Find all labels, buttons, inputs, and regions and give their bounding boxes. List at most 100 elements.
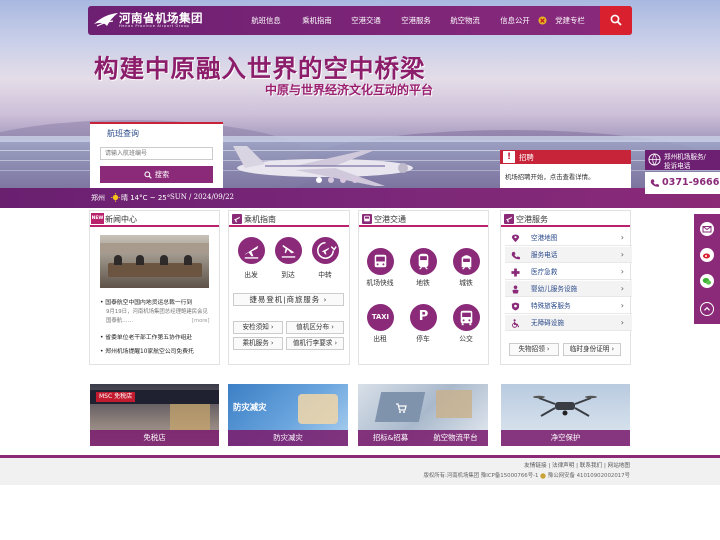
bus-icon[interactable] bbox=[453, 304, 480, 331]
flight-search-button-label: 搜索 bbox=[154, 170, 170, 179]
airport-express-label: 机场快线 bbox=[366, 279, 394, 287]
plane-logo-icon bbox=[94, 13, 118, 27]
wechat-icon[interactable] bbox=[700, 274, 714, 288]
nav-services[interactable]: 空港服务 bbox=[394, 7, 438, 34]
alert-icon: ! bbox=[503, 151, 515, 163]
services-title: 空港服务 bbox=[516, 215, 548, 224]
sun-icon bbox=[111, 193, 120, 202]
tile-disaster-prevention[interactable]: 防灾减灾 防灾减灾 bbox=[228, 384, 348, 446]
side-toolbar bbox=[694, 214, 720, 324]
wheelchair-icon bbox=[512, 319, 520, 328]
departure-icon[interactable] bbox=[238, 237, 265, 264]
weather-text: 晴 14°C ~ 25° bbox=[121, 194, 171, 202]
tile-duty-free-label: 免税店 bbox=[90, 430, 219, 446]
footer-links[interactable]: 友情链接 | 法律声明 | 联系我们 | 网站地图 bbox=[524, 461, 630, 469]
news-title: 新闻中心 bbox=[105, 215, 137, 224]
weather-city: 郑州 bbox=[91, 194, 105, 202]
news-photo[interactable] bbox=[100, 235, 209, 288]
weather-bar: 郑州 晴 14°C ~ 25° SUN / 2024/09/22 bbox=[0, 188, 720, 208]
temp-id-button[interactable]: 临时身份证明 › bbox=[563, 343, 621, 356]
hero-title: 构建中原融入世界的空中桥梁 bbox=[94, 54, 426, 83]
footer: 友情链接 | 法律声明 | 联系我们 | 网站地图 版权所有:河南机场集团 豫I… bbox=[0, 458, 720, 485]
news-item-1[interactable]: • 国泰航空中国内地货运总裁一行到 bbox=[100, 297, 218, 306]
tile-duty-free[interactable]: MSC 免税店 免税店 bbox=[90, 384, 219, 446]
tile-tender-logistics[interactable]: 招标&招募 航空物流平台 bbox=[358, 384, 488, 446]
nav-travel-guide[interactable]: 乘机指南 bbox=[295, 7, 339, 34]
tile-clearance-protection[interactable]: 净空保护 bbox=[501, 384, 630, 446]
news-item-3[interactable]: • 郑州机场提醒10家航空公司免费托 bbox=[100, 346, 218, 355]
recruit-text: 机场招聘开始，点击查看详情。 bbox=[505, 173, 595, 181]
mail-icon[interactable] bbox=[700, 222, 714, 236]
weibo-icon[interactable] bbox=[700, 248, 714, 262]
transport-title: 空港交通 bbox=[374, 215, 406, 224]
metro-icon[interactable] bbox=[410, 248, 437, 275]
disaster-poster-text: 防灾减灾 bbox=[233, 402, 267, 412]
nav-info-public[interactable]: 信息公开 bbox=[493, 7, 537, 34]
news-card: NEW 新闻中心 • 国泰航空中国内地货运总裁一行到 9月19日，河南机场集团总… bbox=[89, 210, 220, 365]
flight-search-title: 航班查询 bbox=[107, 129, 139, 138]
lost-found-button[interactable]: 失物招领 › bbox=[509, 343, 559, 356]
intercity-rail-label: 城铁 bbox=[459, 279, 473, 287]
nav-transport[interactable]: 空港交通 bbox=[344, 7, 388, 34]
service-medical[interactable]: 医疗急救 › bbox=[505, 264, 632, 280]
flight-number-input[interactable] bbox=[100, 147, 213, 160]
baggage-requirement-button[interactable]: 值机行李要求 › bbox=[286, 337, 344, 350]
easy-boarding-button[interactable]: 捷易登机|商旅服务 › bbox=[233, 293, 344, 306]
hotline-phone: 0371-96666 bbox=[662, 177, 720, 188]
taxi-label: 出租 bbox=[373, 335, 387, 343]
service-accessibility[interactable]: 无障碍设施 › bbox=[505, 315, 632, 331]
medical-cross-icon bbox=[511, 268, 520, 277]
baby-icon bbox=[512, 285, 519, 294]
hotline-panel[interactable]: 郑州机场服务/ 投诉电话 0371-96666 bbox=[645, 150, 720, 194]
tile-disaster-label: 防灾减灾 bbox=[228, 430, 348, 446]
police-badge-icon bbox=[540, 472, 546, 479]
service-special-passenger[interactable]: 特殊旅客服务 › bbox=[505, 298, 632, 314]
airport-express-icon[interactable] bbox=[367, 248, 394, 275]
bus-label: 公交 bbox=[459, 335, 473, 343]
flight-search-panel: 航班查询 搜索 bbox=[90, 122, 223, 188]
arrival-icon[interactable] bbox=[275, 237, 302, 264]
drone-image bbox=[533, 395, 597, 417]
tile-logistics-label: 航空物流平台 bbox=[423, 430, 488, 446]
intercity-rail-icon[interactable] bbox=[453, 248, 480, 275]
weather-date: SUN / 2024/09/22 bbox=[170, 193, 234, 201]
footer-copyright: 版权所有:河南机场集团 豫ICP备15000766号-1 豫公网安备 41010… bbox=[423, 472, 630, 479]
service-airport-map[interactable]: 空港地图 › bbox=[505, 230, 632, 246]
nav-logistics[interactable]: 航空物流 bbox=[443, 7, 487, 34]
security-notice-button[interactable]: 安检须知 › bbox=[233, 321, 283, 334]
hero-subtitle: 中原与世界经济文化互动的平台 bbox=[265, 83, 434, 97]
cart-icon bbox=[396, 403, 407, 413]
map-pin-icon bbox=[511, 234, 520, 243]
departure-label: 出发 bbox=[244, 271, 258, 279]
recruit-panel[interactable]: ! 招聘 机场招聘开始，点击查看详情。 bbox=[500, 150, 631, 188]
back-to-top-icon[interactable] bbox=[700, 302, 714, 316]
bus-small-icon bbox=[364, 215, 370, 222]
checkin-area-button[interactable]: 值机区分布 › bbox=[286, 321, 344, 334]
special-passenger-icon bbox=[511, 302, 520, 311]
transfer-icon[interactable] bbox=[312, 237, 339, 264]
nav-flight-info[interactable]: 航班信息 bbox=[244, 7, 288, 34]
news-item-2[interactable]: • 省委单位老干部工作第五协作组赴 bbox=[100, 332, 218, 341]
nav-party-building[interactable]: 党建专栏 bbox=[548, 7, 592, 34]
hotline-label-2: 投诉电话 bbox=[664, 162, 691, 170]
carousel-dots[interactable] bbox=[316, 177, 366, 183]
boarding-service-button[interactable]: 乘机服务 › bbox=[233, 337, 283, 350]
service-phone[interactable]: 服务电话 › bbox=[505, 247, 632, 263]
parking-icon[interactable]: P bbox=[410, 304, 437, 331]
tile-clearance-label: 净空保护 bbox=[501, 430, 630, 446]
recruit-title: 招聘 bbox=[519, 153, 534, 162]
taxi-icon[interactable]: TAXI bbox=[367, 304, 394, 331]
logo[interactable]: 河南省机场集团 Henan Province Airport Group bbox=[93, 10, 218, 32]
guide-title: 乘机指南 bbox=[244, 215, 276, 224]
logo-text-en: Henan Province Airport Group bbox=[119, 24, 190, 28]
service-infant[interactable]: 婴幼儿服务设施 › bbox=[505, 281, 632, 297]
flight-search-button[interactable]: 搜索 bbox=[100, 166, 213, 183]
news-more-link[interactable]: [more] bbox=[192, 318, 210, 324]
transfer-label: 中转 bbox=[318, 271, 332, 279]
search-icon bbox=[144, 171, 152, 179]
search-button[interactable] bbox=[600, 6, 632, 35]
phone-icon bbox=[650, 179, 659, 187]
globe-icon bbox=[648, 153, 661, 166]
plane-icon bbox=[505, 216, 513, 223]
duty-free-sign: MSC 免税店 bbox=[96, 392, 136, 402]
